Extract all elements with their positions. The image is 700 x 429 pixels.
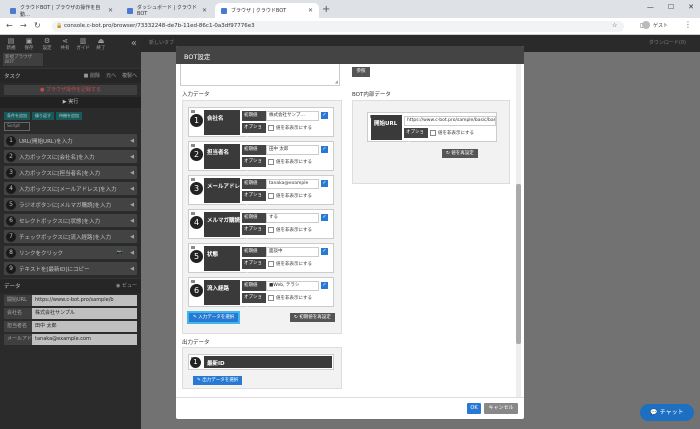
initial-value-field[interactable]: tanaka@example <box>266 179 319 189</box>
input-number: 2 <box>190 148 203 161</box>
enabled-checkbox[interactable]: ✓ <box>321 146 328 153</box>
drag-handle-icon[interactable] <box>191 110 195 113</box>
initial-value-field[interactable]: 株式会社サンプ… <box>266 111 319 121</box>
enabled-checkbox[interactable]: ✓ <box>321 112 328 119</box>
input-data-item: 1 会社名 初期値 株式会社サンプ… ✓ オプション 値を非表示にする <box>188 107 334 140</box>
back-arrow-icon[interactable]: ← <box>6 21 13 30</box>
input-name: 会社名 <box>204 110 240 135</box>
drag-handle-icon[interactable] <box>191 178 195 181</box>
output-data-name: 最新ID <box>204 356 332 368</box>
cloudbot-favicon-icon <box>127 7 133 14</box>
modal-scrollbar[interactable] <box>516 64 521 397</box>
close-tab-icon[interactable]: ✕ <box>202 7 207 14</box>
lock-icon: 🔒 <box>56 23 63 29</box>
sidebar-backdrop <box>0 35 141 429</box>
menu-kebab-icon[interactable]: ⋮ <box>684 20 692 29</box>
scrollbar-thumb[interactable] <box>516 184 521 344</box>
input-data-panel: 1 会社名 初期値 株式会社サンプ… ✓ オプション 値を非表示にする 2 担当者名 初期値 田中 … <box>182 100 342 334</box>
browser-tab-bar: クラウドBOT | ブラウザの操作を自動… ✕ ダッシュボード | クラウドBO… <box>0 0 700 18</box>
modal-body: ◢ 参照 入力データ BOT内部データ 1 会社名 初期値 株式会社サンプ… ✓ オプショ… <box>176 64 524 397</box>
new-tab-plus-icon[interactable]: + <box>322 4 330 15</box>
maximize-icon[interactable]: ☐ <box>668 3 674 11</box>
input-name: メールアドレ <box>204 178 240 203</box>
reset-initial-values-button[interactable]: ↻ 初期値を再設定 <box>290 313 335 322</box>
ok-button[interactable]: OK <box>467 403 481 414</box>
hide-value-checkbox[interactable] <box>268 295 274 301</box>
forward-arrow-icon[interactable]: → <box>20 21 27 30</box>
initial-value-field[interactable]: ■Web, テラシ <box>266 281 319 291</box>
avatar-icon <box>641 21 650 29</box>
input-name: 担当者名 <box>204 144 240 169</box>
input-data-item: 2 担当者名 初期値 田中 太郎 ✓ オプション 値を非表示にする <box>188 141 334 174</box>
minimize-icon[interactable]: — <box>647 3 654 11</box>
output-data-item: 1 最新ID <box>188 354 334 370</box>
drag-handle-icon[interactable] <box>191 212 195 215</box>
reference-button[interactable]: 参照 <box>352 67 370 77</box>
chat-button[interactable]: 💬 チャット <box>640 404 694 421</box>
enabled-checkbox[interactable]: ✓ <box>321 180 328 187</box>
close-tab-icon[interactable]: ✕ <box>108 7 113 14</box>
description-textarea[interactable]: ◢ <box>180 64 340 86</box>
reload-icon[interactable]: ↻ <box>34 21 41 30</box>
input-number: 3 <box>190 182 203 195</box>
browser-tab-3[interactable]: ブラウザ | クラウドBOT ✕ <box>215 3 319 18</box>
hide-value-checkbox[interactable] <box>430 130 436 136</box>
hide-value-checkbox[interactable] <box>268 261 274 267</box>
hide-value-checkbox[interactable] <box>268 159 274 165</box>
input-number: 6 <box>190 284 203 297</box>
enabled-checkbox[interactable]: ✓ <box>321 248 328 255</box>
select-output-data-button[interactable]: ✎ 出力データを選択 <box>193 376 243 385</box>
drag-handle-icon[interactable] <box>191 246 195 249</box>
select-input-data-button[interactable]: ✎ 入力データを選択 <box>186 311 241 324</box>
close-window-icon[interactable]: ✕ <box>688 3 694 11</box>
input-data-item: 3 メールアドレ 初期値 tanaka@example ✓ オプション 値を非表示にする <box>188 175 334 208</box>
url-bar[interactable]: 🔒 console.c-bot.pro/browser/73332248-de7… <box>52 21 624 32</box>
hide-value-checkbox[interactable] <box>268 227 274 233</box>
modal-footer: OK キャンセル <box>176 397 524 419</box>
input-data-item: 6 流入経路 初期値 ■Web, テラシ ✓ オプション 値を非表示にする <box>188 277 334 310</box>
profile-button[interactable]: ゲスト <box>641 21 668 29</box>
enabled-checkbox[interactable]: ✓ <box>321 282 328 289</box>
enabled-checkbox[interactable]: ✓ <box>321 214 328 221</box>
input-number: 1 <box>190 114 203 127</box>
resize-grip-icon[interactable]: ◢ <box>335 79 338 84</box>
hide-value-checkbox[interactable] <box>268 125 274 131</box>
input-number: 5 <box>190 250 203 263</box>
bot-settings-modal: BOT設定 ◢ 参照 入力データ BOT内部データ 1 会社名 初期値 株式会社サンプ… <box>176 46 524 419</box>
address-bar-row: ← → ↻ 🔒 console.c-bot.pro/browser/733322… <box>0 18 700 35</box>
modal-title: BOT設定 <box>176 46 524 64</box>
input-name: メルマガ購読 <box>204 212 240 237</box>
drag-handle-icon[interactable] <box>191 144 195 147</box>
input-data-item: 4 メルマガ購読 初期値 する ✓ オプション 値を非表示にする <box>188 209 334 242</box>
input-number: 4 <box>190 216 203 229</box>
input-data-item: 5 状態 初期値 面談中 ✓ オプション 値を非表示にする <box>188 243 334 276</box>
initial-value-field[interactable]: 面談中 <box>266 247 319 257</box>
input-name: 状態 <box>204 246 240 271</box>
internal-data-label: BOT内部データ <box>352 92 391 98</box>
internal-data-name: 開始URL <box>371 115 402 140</box>
input-name: 流入経路 <box>204 280 240 305</box>
output-data-panel: 1 最新ID ✎ 出力データを選択 <box>182 347 342 389</box>
cloudbot-favicon-icon <box>10 7 16 14</box>
bookmark-star-icon[interactable]: ☆ <box>612 22 617 29</box>
cancel-button[interactable]: キャンセル <box>484 403 518 414</box>
initial-value-field[interactable]: する <box>266 213 319 223</box>
hide-value-checkbox[interactable] <box>268 193 274 199</box>
browser-tab-2[interactable]: ダッシュボード | クラウドBOT ✕ <box>121 3 213 18</box>
browser-tab-1[interactable]: クラウドBOT | ブラウザの操作を自動… ✕ <box>4 3 119 18</box>
drag-handle-icon[interactable] <box>191 280 195 283</box>
initial-value-field[interactable]: 田中 太郎 <box>266 145 319 155</box>
internal-data-item: 開始URL https://www.c-bot.pro/sample/basic… <box>367 112 497 145</box>
cloudbot-favicon-icon <box>221 7 227 14</box>
internal-data-value[interactable]: https://www.c-bot.pro/sample/basic/bas <box>404 116 496 126</box>
reset-value-button[interactable]: ↻ 値を再設定 <box>442 149 478 158</box>
window-controls: — ☐ ✕ <box>647 3 694 11</box>
close-tab-icon[interactable]: ✕ <box>308 7 313 14</box>
output-data-label: 出力データ <box>182 340 210 346</box>
internal-data-panel: 開始URL https://www.c-bot.pro/sample/basic… <box>352 100 510 184</box>
input-data-label: 入力データ <box>182 92 210 98</box>
